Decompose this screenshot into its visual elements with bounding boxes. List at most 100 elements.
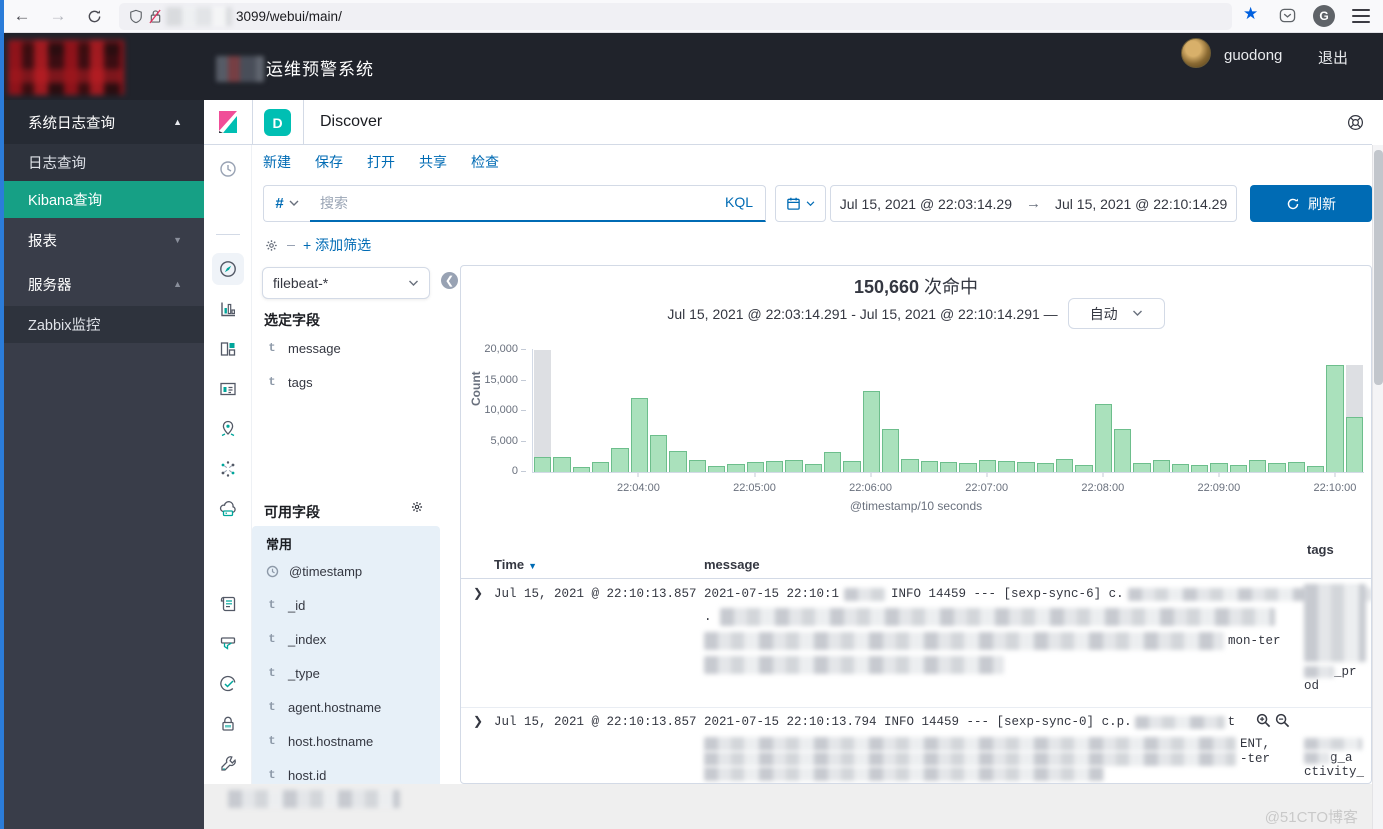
histogram-bar[interactable] [1307, 466, 1324, 472]
help-icon[interactable] [1347, 114, 1364, 131]
browser-back-icon[interactable]: ← [8, 2, 36, 30]
zoom-in-icon[interactable] [1256, 713, 1271, 728]
column-header-message[interactable]: message [704, 557, 760, 572]
histogram-bar[interactable] [1230, 465, 1247, 472]
histogram-bar[interactable] [1075, 465, 1092, 472]
sidebar-item-4[interactable]: 服务器▲ [4, 262, 204, 306]
browser-refresh-icon[interactable] [80, 2, 108, 30]
column-header-tags[interactable]: tags [1307, 542, 1334, 557]
expand-row-icon[interactable]: ❯ [473, 714, 483, 728]
histogram-bar[interactable] [1172, 464, 1189, 472]
histogram-bar[interactable] [727, 464, 744, 472]
time-to[interactable]: Jul 15, 2021 @ 22:10:14.29 [1055, 196, 1227, 212]
histogram-bar[interactable] [824, 452, 841, 472]
recent-clock-icon[interactable] [218, 159, 238, 179]
histogram-bar[interactable] [785, 460, 802, 472]
browser-profile-avatar[interactable]: G [1313, 5, 1335, 27]
pocket-icon[interactable] [1279, 7, 1296, 24]
field-item-agent.hostname[interactable]: tagent.hostname [252, 690, 460, 724]
histogram-bar[interactable] [1095, 404, 1112, 472]
query-language-label[interactable]: KQL [725, 194, 753, 210]
histogram-bar[interactable] [843, 461, 860, 472]
user-avatar[interactable] [1181, 38, 1211, 68]
refresh-button[interactable]: 刷新 [1250, 185, 1372, 222]
histogram-bar[interactable] [1249, 460, 1266, 472]
canvas-icon[interactable] [218, 379, 238, 399]
field-item-message[interactable]: tmessage [252, 331, 460, 365]
histogram-bar[interactable] [1191, 465, 1208, 472]
logout-link[interactable]: 退出 [1318, 47, 1348, 68]
field-item-tags[interactable]: ttags [252, 365, 460, 399]
scrollbar[interactable] [1372, 145, 1383, 829]
maps-icon[interactable] [218, 419, 238, 439]
metrics-icon[interactable] [218, 499, 238, 519]
histogram-bar[interactable] [669, 451, 686, 472]
space-avatar[interactable]: D [264, 109, 291, 136]
shield-icon[interactable] [129, 9, 143, 24]
histogram-bar[interactable] [959, 463, 976, 472]
time-from[interactable]: Jul 15, 2021 @ 22:03:14.29 [840, 196, 1012, 212]
histogram-bar[interactable] [611, 448, 628, 472]
histogram-bar[interactable] [805, 464, 822, 472]
expand-row-icon[interactable]: ❯ [473, 586, 483, 600]
histogram-bar[interactable] [573, 467, 590, 472]
search-input[interactable] [320, 190, 700, 216]
histogram-bar[interactable] [1017, 462, 1034, 472]
histogram-bar[interactable] [1056, 459, 1073, 472]
histogram-bar[interactable] [1133, 463, 1150, 472]
menu-link-3[interactable]: 共享 [419, 152, 447, 172]
histogram-bar[interactable] [592, 462, 609, 472]
timepicker-calendar-button[interactable] [775, 185, 826, 222]
field-item-_id[interactable]: t_id [252, 588, 460, 622]
filter-gear-icon[interactable] [264, 238, 279, 253]
sidebar-item-5[interactable]: Zabbix监控 [4, 306, 204, 343]
zoom-out-icon[interactable] [1275, 713, 1290, 728]
histogram-bar[interactable] [553, 457, 570, 472]
bookmark-star-icon[interactable]: ★ [1243, 4, 1258, 24]
visualize-icon[interactable] [218, 299, 238, 319]
browser-forward-icon[interactable]: → [44, 2, 72, 30]
histogram-bar[interactable] [631, 398, 648, 472]
field-settings-gear-icon[interactable] [410, 500, 424, 514]
sidebar-item-2[interactable]: Kibana查询 [4, 181, 204, 218]
machine-learning-icon[interactable] [218, 459, 238, 479]
histogram-bar[interactable] [747, 462, 764, 472]
histogram-bar[interactable] [882, 429, 899, 472]
histogram-bar[interactable] [1114, 429, 1131, 472]
saved-query-menu-button[interactable]: # [263, 185, 310, 222]
column-header-time[interactable]: Time▼ [494, 557, 537, 572]
dev-tools-wrench-icon[interactable] [218, 754, 238, 774]
security-lock-icon[interactable] [218, 714, 238, 734]
index-pattern-select[interactable]: filebeat-* [262, 267, 430, 299]
menu-link-0[interactable]: 新建 [263, 152, 291, 172]
uptime-icon[interactable] [218, 674, 238, 694]
interval-select[interactable]: 自动 [1068, 298, 1165, 329]
field-item-host.hostname[interactable]: thost.hostname [252, 724, 460, 758]
sidebar-item-0[interactable]: 系统日志查询▲ [4, 100, 204, 144]
histogram-bar[interactable] [863, 391, 880, 472]
histogram-bar[interactable] [921, 461, 938, 472]
histogram-bar[interactable] [1037, 463, 1054, 472]
menu-link-1[interactable]: 保存 [315, 152, 343, 172]
collapse-sidebar-button[interactable]: ❮ [441, 272, 458, 289]
histogram-bar[interactable] [708, 466, 725, 472]
histogram-bar[interactable] [979, 460, 996, 472]
time-range-control[interactable]: Jul 15, 2021 @ 22:03:14.29 → Jul 15, 202… [830, 185, 1237, 222]
menu-link-4[interactable]: 检查 [471, 152, 499, 172]
logs-icon[interactable] [218, 594, 238, 614]
field-item-_type[interactable]: t_type [252, 656, 460, 690]
address-bar[interactable]: 3099/webui/main/ [119, 3, 1232, 30]
histogram-bar[interactable] [689, 460, 706, 472]
scrollbar-thumb[interactable] [1374, 150, 1383, 385]
add-filter-link[interactable]: + 添加筛选 [303, 235, 371, 255]
field-item-@timestamp[interactable]: @timestamp [252, 554, 460, 588]
histogram-bar[interactable] [1153, 460, 1170, 472]
sidebar-item-3[interactable]: 报表▼ [4, 218, 204, 262]
histogram-bar[interactable] [1288, 462, 1305, 472]
kibana-logo[interactable] [216, 109, 242, 135]
insecure-lock-icon[interactable] [149, 9, 162, 24]
histogram-bar[interactable] [1210, 463, 1227, 472]
histogram-bar[interactable] [1326, 365, 1343, 472]
histogram-bar[interactable] [766, 461, 783, 472]
discover-compass-icon[interactable] [218, 259, 238, 279]
